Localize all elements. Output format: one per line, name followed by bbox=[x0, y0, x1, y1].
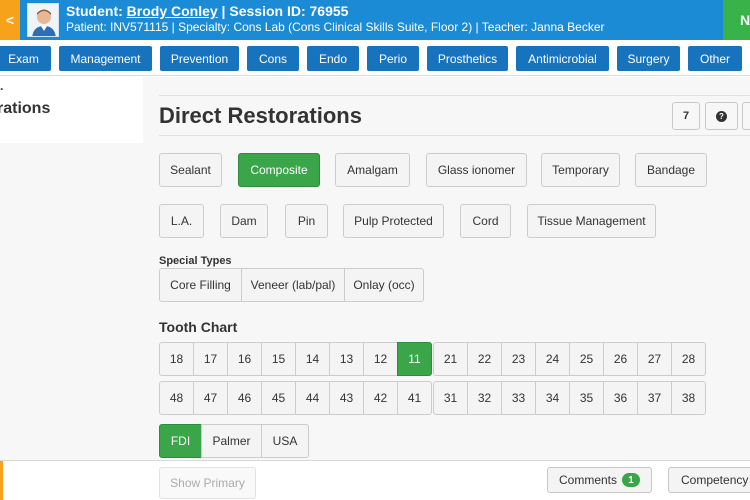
comments-label: Comments bbox=[558, 473, 617, 487]
tooth-24[interactable]: 24 bbox=[535, 342, 570, 376]
tab-exam[interactable]: Exam bbox=[0, 46, 51, 71]
tooth-12[interactable]: 12 bbox=[363, 342, 398, 376]
cord-button[interactable]: Cord bbox=[460, 204, 511, 238]
tooth-row-lower-right: 48 47 46 45 44 43 42 41 bbox=[159, 381, 432, 415]
onlay-button[interactable]: Onlay (occ) bbox=[344, 268, 424, 302]
tooth-32[interactable]: 32 bbox=[467, 381, 502, 415]
tooth-row-upper-right: 18 17 16 15 14 13 12 11 bbox=[159, 342, 432, 376]
tooth-38[interactable]: 38 bbox=[671, 381, 706, 415]
tooth-31[interactable]: 31 bbox=[433, 381, 468, 415]
tab-cons[interactable]: Cons bbox=[247, 46, 299, 71]
tooth-chart-title: Tooth Chart bbox=[159, 319, 238, 335]
tooth-13[interactable]: 13 bbox=[329, 342, 364, 376]
sidebar-title-fragment: · bbox=[0, 82, 4, 96]
bottom-bar: Show Primary Comments 1 Competency bbox=[0, 460, 750, 500]
tooth-47[interactable]: 47 bbox=[193, 381, 228, 415]
dam-button[interactable]: Dam bbox=[220, 204, 268, 238]
student-avatar bbox=[27, 3, 59, 37]
tab-management[interactable]: Management bbox=[59, 46, 152, 71]
main-panel: Direct Restorations 7 ? Sealant Composit… bbox=[143, 77, 750, 460]
avatar-icon bbox=[28, 4, 58, 36]
tab-antimicrobial[interactable]: Antimicrobial bbox=[516, 46, 609, 71]
notation-selector: FDI Palmer USA bbox=[159, 424, 309, 458]
tooth-36[interactable]: 36 bbox=[603, 381, 638, 415]
help-button[interactable]: ? bbox=[705, 102, 738, 130]
tooth-16[interactable]: 16 bbox=[227, 342, 262, 376]
pin-button[interactable]: Pin bbox=[285, 204, 328, 238]
notation-palmer[interactable]: Palmer bbox=[201, 424, 262, 458]
sidebar: · rations bbox=[0, 77, 143, 460]
bandage-button[interactable]: Bandage bbox=[635, 153, 707, 187]
tooth-43[interactable]: 43 bbox=[329, 381, 364, 415]
tab-other[interactable]: Other bbox=[688, 46, 742, 71]
chevron-left-icon: < bbox=[5, 12, 15, 28]
notation-usa[interactable]: USA bbox=[261, 424, 309, 458]
more-button[interactable] bbox=[742, 102, 750, 130]
comments-button[interactable]: Comments 1 bbox=[547, 467, 652, 493]
notation-fdi[interactable]: FDI bbox=[159, 424, 202, 458]
comments-count-badge: 1 bbox=[622, 473, 640, 487]
student-line: Student: Brody Conley | Session ID: 7695… bbox=[66, 3, 349, 19]
tab-prosthetics[interactable]: Prosthetics bbox=[427, 46, 508, 71]
tab-endo[interactable]: Endo bbox=[307, 46, 359, 71]
show-primary-button[interactable]: Show Primary bbox=[159, 467, 256, 499]
composite-button[interactable]: Composite bbox=[238, 153, 320, 187]
temporary-button[interactable]: Temporary bbox=[541, 153, 620, 187]
tooth-26[interactable]: 26 bbox=[603, 342, 638, 376]
tooth-21[interactable]: 21 bbox=[433, 342, 468, 376]
tooth-25[interactable]: 25 bbox=[569, 342, 604, 376]
divider bbox=[159, 135, 750, 136]
tooth-23[interactable]: 23 bbox=[501, 342, 536, 376]
back-button[interactable]: < bbox=[0, 0, 20, 40]
tooth-44[interactable]: 44 bbox=[295, 381, 330, 415]
tooth-27[interactable]: 27 bbox=[637, 342, 672, 376]
sealant-button[interactable]: Sealant bbox=[159, 153, 222, 187]
tooth-17[interactable]: 17 bbox=[193, 342, 228, 376]
sidebar-header: · rations bbox=[0, 77, 143, 143]
competency-button[interactable]: Competency bbox=[668, 467, 750, 493]
tooth-34[interactable]: 34 bbox=[535, 381, 570, 415]
tooth-11[interactable]: 11 bbox=[397, 342, 432, 376]
count-button[interactable]: 7 bbox=[672, 102, 700, 130]
veneer-button[interactable]: Veneer (lab/pal) bbox=[241, 268, 345, 302]
tooth-18[interactable]: 18 bbox=[159, 342, 194, 376]
tab-perio[interactable]: Perio bbox=[367, 46, 419, 71]
divider bbox=[159, 95, 750, 96]
tab-surgery[interactable]: Surgery bbox=[617, 46, 680, 71]
tooth-row-upper-left: 21 22 23 24 25 26 27 28 bbox=[433, 342, 706, 376]
tooth-48[interactable]: 48 bbox=[159, 381, 194, 415]
next-button[interactable]: N bbox=[723, 0, 750, 40]
tooth-35[interactable]: 35 bbox=[569, 381, 604, 415]
tooth-45[interactable]: 45 bbox=[261, 381, 296, 415]
tissue-management-button[interactable]: Tissue Management bbox=[527, 204, 656, 238]
session-header: < Student: Brody Conley | Session ID: 76… bbox=[0, 0, 750, 40]
tooth-15[interactable]: 15 bbox=[261, 342, 296, 376]
tooth-row-lower-left: 31 32 33 34 35 36 37 38 bbox=[433, 381, 706, 415]
special-types-group: Core Filling Veneer (lab/pal) Onlay (occ… bbox=[159, 268, 424, 302]
patient-info: Patient: INV571115 | Specialty: Cons Lab… bbox=[66, 20, 605, 34]
tooth-42[interactable]: 42 bbox=[363, 381, 398, 415]
tooth-37[interactable]: 37 bbox=[637, 381, 672, 415]
page-title: Direct Restorations bbox=[159, 103, 362, 128]
tooth-46[interactable]: 46 bbox=[227, 381, 262, 415]
tooth-33[interactable]: 33 bbox=[501, 381, 536, 415]
tooth-28[interactable]: 28 bbox=[671, 342, 706, 376]
question-icon: ? bbox=[716, 110, 727, 122]
bottom-accent bbox=[0, 461, 3, 500]
amalgam-button[interactable]: Amalgam bbox=[335, 153, 410, 187]
tab-prevention[interactable]: Prevention bbox=[160, 46, 239, 71]
sidebar-title: rations bbox=[0, 100, 51, 117]
student-name-link[interactable]: Brody Conley bbox=[127, 3, 218, 19]
pulp-protected-button[interactable]: Pulp Protected bbox=[343, 204, 444, 238]
special-types-label: Special Types bbox=[159, 255, 232, 267]
core-filling-button[interactable]: Core Filling bbox=[159, 268, 242, 302]
glass-ionomer-button[interactable]: Glass ionomer bbox=[426, 153, 527, 187]
tooth-14[interactable]: 14 bbox=[295, 342, 330, 376]
category-nav: Exam Management Prevention Cons Endo Per… bbox=[0, 40, 750, 76]
la-button[interactable]: L.A. bbox=[159, 204, 204, 238]
tooth-41[interactable]: 41 bbox=[397, 381, 432, 415]
tooth-22[interactable]: 22 bbox=[467, 342, 502, 376]
